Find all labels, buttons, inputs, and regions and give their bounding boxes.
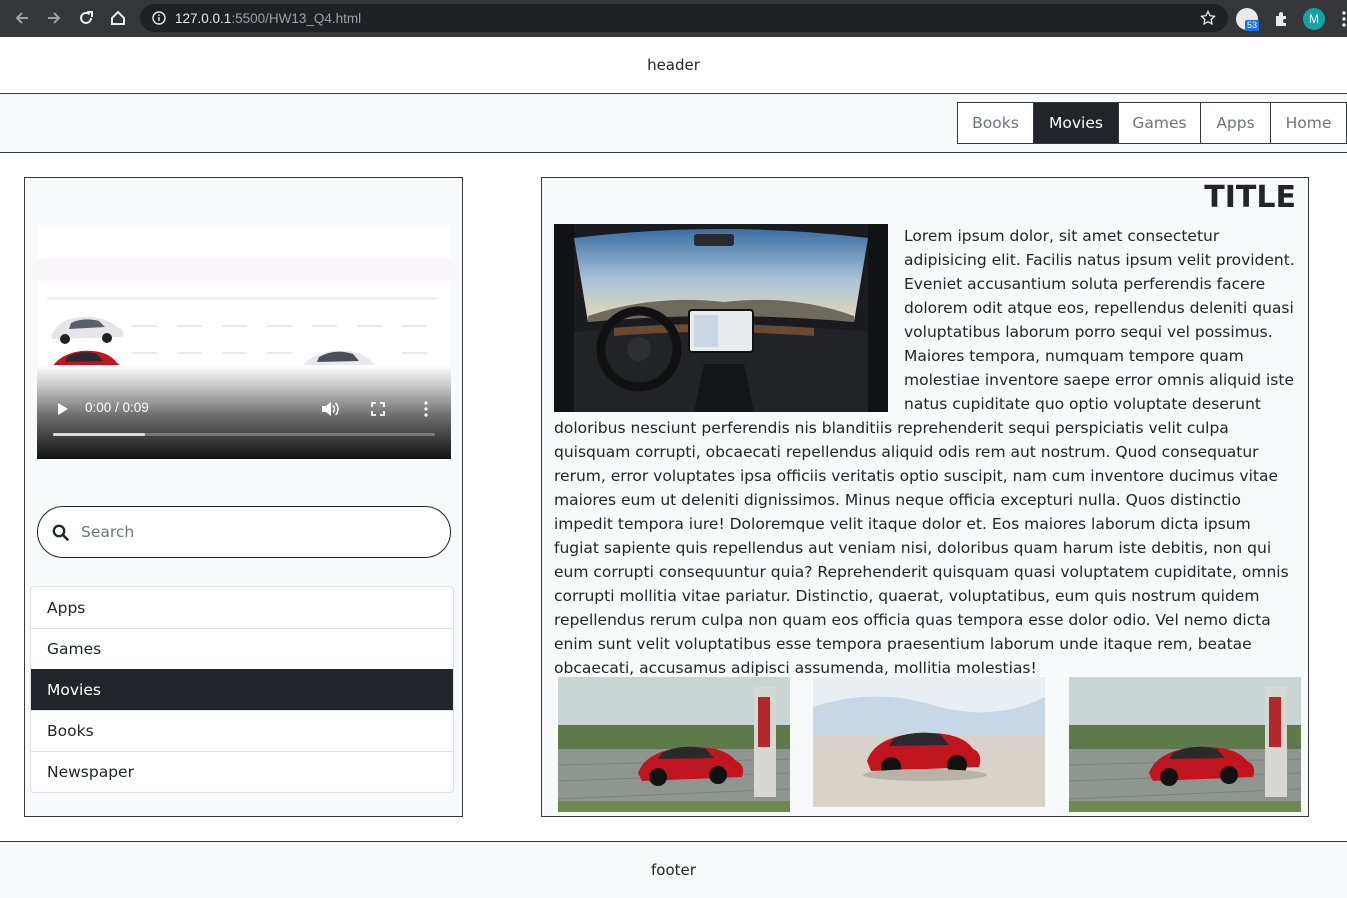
info-icon xyxy=(152,11,166,25)
home-icon xyxy=(111,10,125,25)
nav-item-games[interactable]: Games xyxy=(1118,102,1201,144)
page-title: TITLE xyxy=(1204,180,1296,215)
list-item-books[interactable]: Books xyxy=(31,710,453,751)
video-more-icon[interactable] xyxy=(423,401,429,417)
list-item-movies[interactable]: Movies xyxy=(31,669,453,710)
back-button[interactable] xyxy=(6,2,38,34)
video-progress-bar[interactable] xyxy=(53,433,435,436)
fullscreen-icon[interactable] xyxy=(371,402,385,416)
category-list: Apps Games Movies Books Newspaper xyxy=(30,586,454,793)
video-player[interactable]: 0:00 / 0:09 xyxy=(37,225,451,459)
browser-actions: 53 M xyxy=(1235,0,1347,37)
list-item-apps[interactable]: Apps xyxy=(31,587,453,628)
header-text: header xyxy=(647,56,700,74)
address-bar[interactable]: 127.0.0.1:5500/HW13_Q4.html xyxy=(140,4,1228,32)
video-time: 0:00 / 0:09 xyxy=(85,400,149,415)
back-icon xyxy=(15,12,28,24)
profile-avatar[interactable]: M xyxy=(1303,7,1325,30)
top-nav-list: Books Movies Games Apps Home xyxy=(957,102,1347,144)
search-box[interactable] xyxy=(37,506,451,558)
home-button[interactable] xyxy=(102,2,134,34)
menu-icon[interactable] xyxy=(1341,10,1347,28)
video-progress-fill xyxy=(53,433,145,436)
url-host: 127.0.0.1 xyxy=(175,10,232,26)
nav-item-home[interactable]: Home xyxy=(1270,102,1347,144)
page-footer: footer xyxy=(0,841,1347,898)
thumbnail-1 xyxy=(558,677,790,812)
main-content: TITLE Lorem ipsum dolor, sit amet consec… xyxy=(541,177,1309,817)
volume-icon[interactable] xyxy=(321,401,339,417)
list-item-newspaper[interactable]: Newspaper xyxy=(31,751,453,792)
thumbnail-row xyxy=(554,677,1301,812)
reload-button[interactable] xyxy=(70,2,102,34)
article: Lorem ipsum dolor, sit amet consectetur … xyxy=(554,224,1298,680)
play-icon[interactable] xyxy=(55,402,69,416)
top-navbar: Books Movies Games Apps Home xyxy=(0,94,1347,153)
extension-badge: 53 xyxy=(1245,19,1260,31)
sidebar: 0:00 / 0:09 Apps Games Movies Books News… xyxy=(24,177,463,817)
thumbnail-2 xyxy=(813,677,1045,807)
nav-item-movies[interactable]: Movies xyxy=(1033,102,1119,144)
forward-button[interactable] xyxy=(38,2,70,34)
list-item-games[interactable]: Games xyxy=(31,628,453,669)
footer-text: footer xyxy=(651,861,696,879)
thumbnail-3 xyxy=(1069,677,1301,812)
reload-icon xyxy=(80,11,93,24)
extensions-icon[interactable] xyxy=(1273,10,1291,28)
search-input[interactable] xyxy=(81,523,401,541)
forward-icon xyxy=(48,12,61,24)
search-icon xyxy=(52,524,69,541)
page-header: header xyxy=(0,37,1347,94)
nav-item-apps[interactable]: Apps xyxy=(1200,102,1271,144)
nav-item-books[interactable]: Books xyxy=(957,102,1034,144)
extension-button[interactable]: 53 xyxy=(1235,6,1261,32)
browser-toolbar: 127.0.0.1:5500/HW13_Q4.html 53 M xyxy=(0,0,1347,37)
car-interior-image xyxy=(554,224,888,412)
url-path: :5500/HW13_Q4.html xyxy=(231,10,362,26)
star-icon[interactable] xyxy=(1200,10,1216,26)
